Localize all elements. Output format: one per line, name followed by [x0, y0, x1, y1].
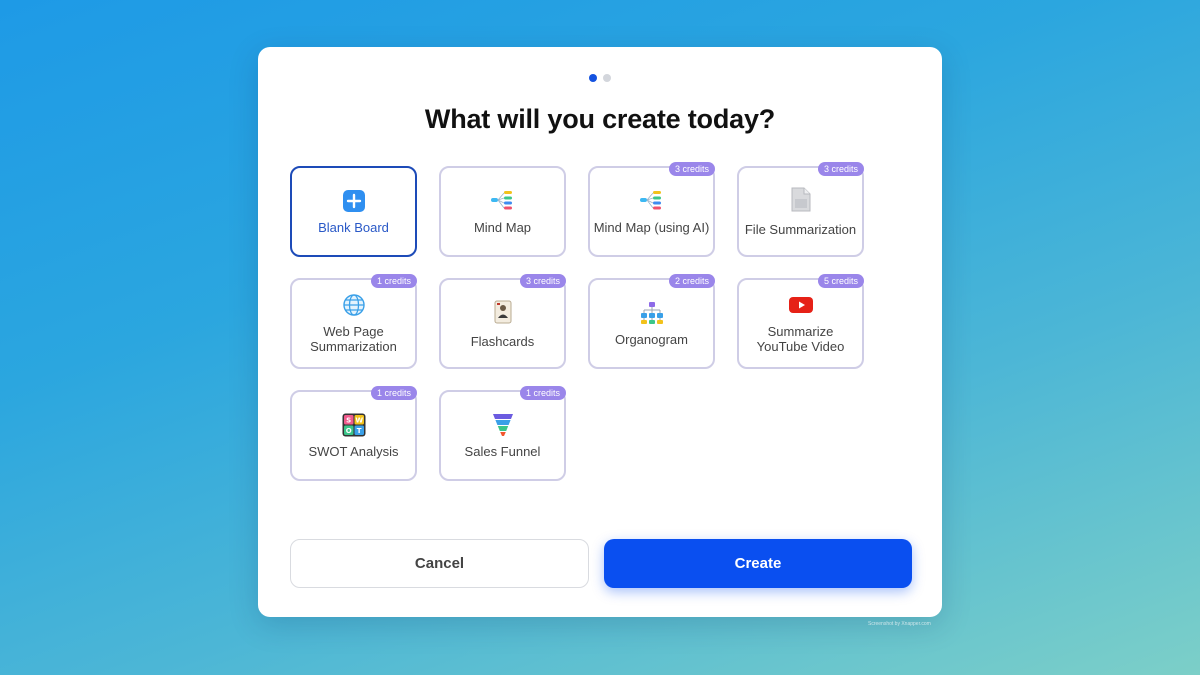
template-sales-funnel[interactable]: 1 credits Sales Funnel: [439, 386, 566, 481]
credits-badge: 3 credits: [668, 162, 715, 176]
plus-square-icon: [342, 189, 366, 213]
youtube-icon: [788, 293, 813, 317]
swot-letter-o: O: [345, 427, 351, 435]
template-label: Flashcards: [470, 333, 535, 349]
swot-letter-w: W: [355, 416, 363, 424]
credits-badge: 1 credits: [370, 386, 417, 400]
dialog-title: What will you create today?: [424, 104, 776, 134]
credits-badge: 5 credits: [817, 274, 864, 288]
create-button[interactable]: Create: [604, 539, 912, 588]
watermark: Screenshot by Xnapper.com: [868, 621, 931, 627]
credits-badge: 3 credits: [519, 274, 566, 288]
template-label: Mind Map: [473, 219, 532, 235]
template-label: Organogram: [615, 331, 688, 347]
template-label: File Summarization: [744, 221, 857, 237]
template-label: Blank Board: [318, 219, 389, 235]
template-label: SWOT Analysis: [308, 443, 399, 459]
template-swot-analysis[interactable]: 1 credits S W O T SWOT Analysis: [290, 386, 417, 481]
swot-icon: S W O T: [342, 413, 366, 437]
template-summarize-youtube[interactable]: 5 credits Summarize YouTube Video: [737, 274, 864, 369]
mind-map-icon: [639, 189, 664, 213]
swot-letter-s: S: [346, 416, 351, 424]
org-chart-icon: [640, 301, 664, 325]
template-mind-map[interactable]: Mind Map: [439, 166, 566, 257]
credits-badge: 1 credits: [370, 274, 417, 288]
template-label: Sales Funnel: [464, 443, 541, 459]
template-flashcards[interactable]: 3 credits Flashcards: [439, 274, 566, 369]
step-dot-active: [589, 74, 597, 82]
credits-badge: 3 credits: [817, 162, 864, 176]
template-organogram[interactable]: 2 credits Organogram: [588, 274, 715, 369]
step-dot: [603, 74, 611, 82]
credits-badge: 2 credits: [668, 274, 715, 288]
flashcard-icon: [491, 299, 515, 325]
file-icon: [789, 187, 813, 213]
globe-icon: [342, 293, 366, 317]
template-web-page-summarization[interactable]: 1 credits Web Page Summarization: [290, 274, 417, 369]
mind-map-icon: [490, 189, 515, 213]
template-mind-map-ai[interactable]: 3 credits Mind Map (using AI): [588, 162, 715, 257]
template-label: Web Page Summarization: [310, 324, 397, 354]
template-blank-board[interactable]: Blank Board: [290, 166, 417, 257]
template-label: Summarize YouTube Video: [756, 324, 845, 354]
swot-letter-t: T: [356, 427, 361, 435]
template-label: Mind Map (using AI): [593, 219, 710, 235]
cancel-button[interactable]: Cancel: [290, 539, 589, 588]
credits-badge: 1 credits: [519, 386, 566, 400]
template-file-summarization[interactable]: 3 credits File Summarization: [737, 162, 864, 257]
step-indicator: [0, 74, 1200, 82]
funnel-icon: [491, 413, 515, 437]
